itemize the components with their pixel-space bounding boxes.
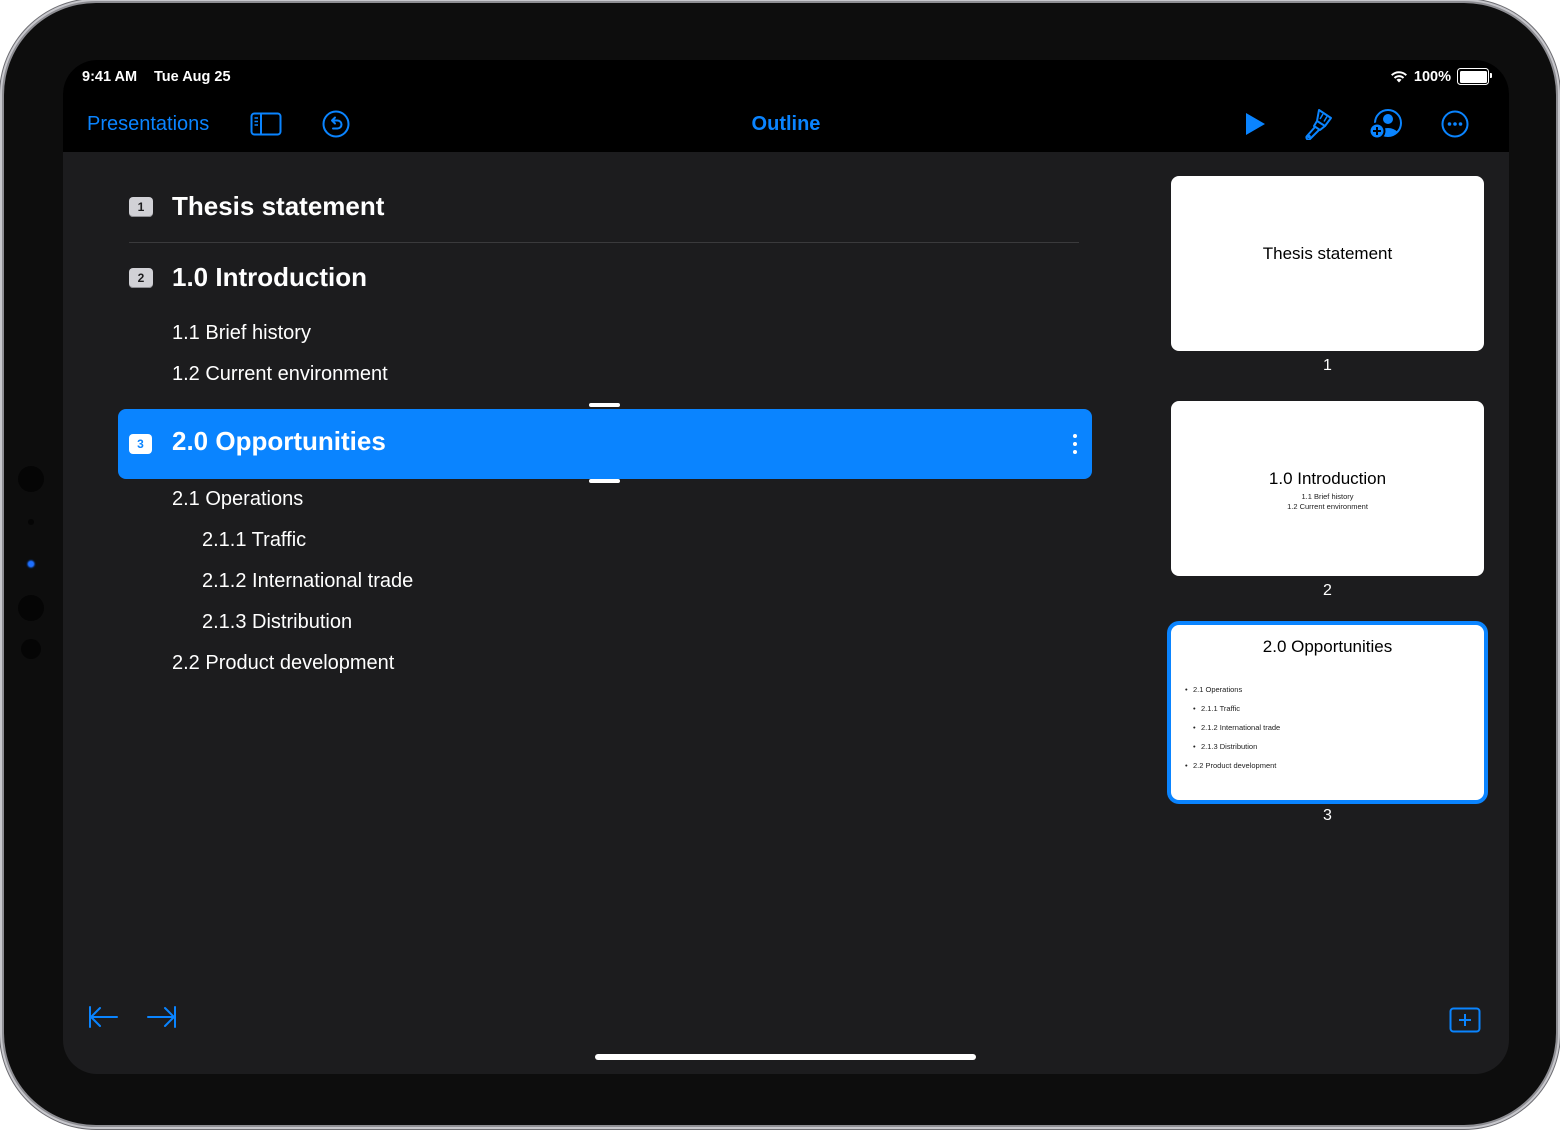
slide-number-badge: 3 (129, 434, 152, 454)
outline-slide-title[interactable]: 1.0 Introduction (172, 262, 367, 293)
home-indicator[interactable] (595, 1054, 976, 1060)
thumbnail-bullets: 2.1 Operations 2.1.1 Traffic 2.1.2 Inter… (1185, 685, 1280, 780)
ipad-frame: 9:41 AM Tue Aug 25 100% Presentations Ou… (4, 3, 1556, 1125)
sidebar-toggle-button[interactable] (249, 96, 283, 152)
thumbnail-bullet: 2.1.2 International trade (1193, 723, 1280, 742)
sidebar-toggle-icon (250, 112, 282, 136)
camera-lens (18, 595, 44, 621)
camera-sensor (18, 466, 44, 492)
status-bar: 9:41 AM Tue Aug 25 100% (63, 60, 1509, 96)
outline-title: Outline (751, 112, 821, 135)
status-time: 9:41 AM (82, 69, 138, 85)
thumbnail-bullet: 2.2 Product development (1185, 761, 1280, 780)
outline-bullet[interactable]: 1.1 Brief history (172, 322, 311, 345)
outline-bullet[interactable]: 1.2 Current environment (172, 363, 388, 386)
outline-bullet[interactable]: 2.1.3 Distribution (202, 611, 352, 634)
vertical-ellipsis-icon (1073, 434, 1077, 438)
indent-button[interactable] (146, 1005, 178, 1034)
outline-bullet[interactable]: 2.1 Operations (172, 488, 303, 511)
play-button[interactable] (1243, 96, 1267, 152)
outdent-icon (89, 1006, 118, 1028)
add-slide-icon (1449, 1007, 1481, 1033)
slide-number-badge: 1 (129, 197, 153, 217)
more-button[interactable] (1440, 96, 1470, 152)
outline-slide-selected[interactable]: 3 2.0 Opportunities (118, 409, 1092, 479)
camera-sensor-small (28, 519, 34, 525)
outdent-button[interactable] (87, 1005, 119, 1034)
drag-handle-bottom[interactable] (589, 479, 620, 483)
play-icon (1246, 113, 1265, 135)
slide-thumbnail[interactable]: 1.0 Introduction 1.1 Brief history 1.2 C… (1171, 401, 1484, 576)
outline-slide-title[interactable]: Thesis statement (172, 191, 384, 222)
undo-button[interactable] (321, 96, 351, 152)
slide-number: 3 (1323, 807, 1332, 824)
slide-number-badge: 2 (129, 268, 153, 288)
undo-icon (322, 110, 350, 138)
battery-percent: 100% (1413, 68, 1451, 85)
thumbnail-bullet: 2.1 Operations (1185, 685, 1280, 704)
thumbnail-title: 2.0 Opportunities (1262, 637, 1393, 656)
slide-thumbnail[interactable]: Thesis statement (1171, 176, 1484, 351)
paintbrush-icon (1305, 109, 1332, 140)
outline-bullet[interactable]: 2.1.1 Traffic (202, 529, 306, 552)
presentations-back-button[interactable]: Presentations (87, 96, 209, 152)
row-more-button[interactable] (1066, 427, 1084, 461)
thumbnail-title: Thesis statement (1262, 244, 1393, 263)
outline-bullet[interactable]: 2.2 Product development (172, 652, 394, 675)
battery-icon (1457, 68, 1492, 85)
camera-indicator (26, 559, 36, 569)
indent-icon (147, 1006, 176, 1028)
outline-bullet[interactable]: 2.1.2 International trade (202, 570, 413, 593)
thumbnail-subtitle: 1.1 Brief history (1301, 492, 1354, 501)
proximity-sensor (21, 639, 41, 659)
outline-divider (129, 242, 1079, 243)
slide-navigator: Thesis statement 1 1.0 Introduction 1.1 … (1163, 152, 1509, 1074)
more-icon (1441, 110, 1469, 138)
drag-handle-top[interactable] (589, 403, 620, 407)
thumbnail-title: 1.0 Introduction (1268, 469, 1387, 488)
presentations-label: Presentations (87, 112, 210, 135)
add-collaborator-icon (1369, 109, 1402, 140)
wifi-icon (1390, 71, 1407, 83)
outline-view: 1 Thesis statement 2 1.0 Introduction 1.… (63, 152, 1143, 1074)
add-slide-button[interactable] (1449, 1007, 1481, 1038)
outline-slide-title[interactable]: 2.0 Opportunities (172, 426, 386, 457)
slide-number: 1 (1323, 357, 1332, 374)
slide-number: 2 (1323, 582, 1332, 599)
thumbnail-subtitle: 1.2 Current environment (1287, 502, 1368, 511)
thumbnail-bullet: 2.1.3 Distribution (1193, 742, 1280, 761)
toolbar: Presentations Outline (63, 96, 1509, 152)
status-date: Tue Aug 25 (154, 69, 231, 85)
screen: 9:41 AM Tue Aug 25 100% Presentations Ou… (63, 60, 1509, 1074)
thumbnail-bullet: 2.1.1 Traffic (1193, 704, 1280, 723)
collaborate-button[interactable] (1369, 96, 1403, 152)
format-button[interactable] (1302, 96, 1334, 152)
slide-thumbnail-selected[interactable]: 2.0 Opportunities 2.1 Operations 2.1.1 T… (1171, 625, 1484, 800)
